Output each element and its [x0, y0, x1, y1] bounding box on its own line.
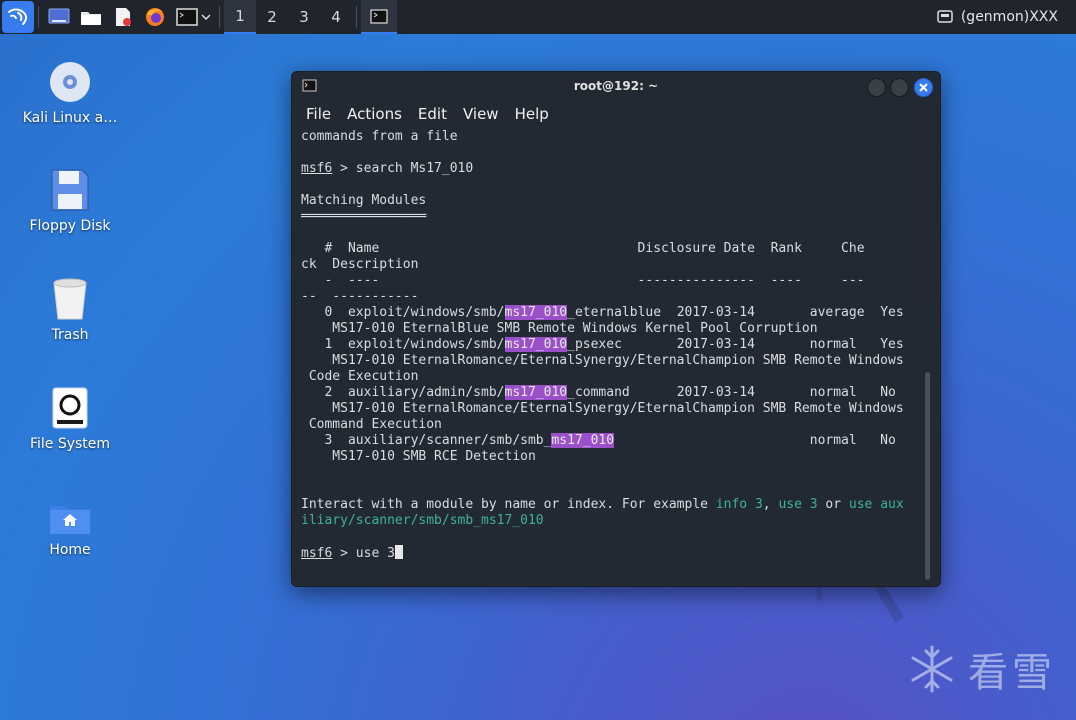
- table-header: ck Description: [301, 257, 419, 272]
- panel-separator: [219, 6, 220, 28]
- table-header: # Name Disclosure Date Rank Che: [301, 241, 865, 256]
- snowflake-icon: [911, 645, 953, 693]
- maximize-button[interactable]: [890, 78, 909, 97]
- genmon-icon[interactable]: [937, 10, 953, 24]
- table-row: 3 auxiliary/scanner/smb/smb_ms17_010 nor…: [301, 433, 896, 448]
- desktop-icon-floppy-disk[interactable]: Floppy Disk: [10, 168, 130, 234]
- command-input[interactable]: > use 3: [332, 546, 395, 561]
- command: > search Ms17_010: [332, 161, 474, 176]
- menu-actions[interactable]: Actions: [347, 105, 402, 123]
- hint-command: info 3: [715, 497, 763, 512]
- terminal-scrollbar[interactable]: [925, 372, 930, 580]
- workspace-3[interactable]: 3: [288, 0, 320, 34]
- table-row-description: MS17-010 SMB RCE Detection: [301, 449, 536, 464]
- window-title: root@192: ~: [573, 79, 659, 93]
- table-row-description: Code Execution: [301, 369, 419, 384]
- prompt-line: msf6 > use 3: [301, 545, 921, 561]
- hint-line: Interact with a module by name or index.…: [301, 497, 904, 512]
- desktop-icon: [48, 8, 70, 24]
- kali-dragon-icon: [8, 8, 28, 25]
- menu-file[interactable]: File: [306, 105, 331, 123]
- search-match-highlight: ms17_010: [504, 385, 568, 400]
- text-editor-launcher[interactable]: [107, 0, 139, 34]
- terminal-icon: [175, 8, 198, 26]
- terminal-window: root@192: ~ File Actions Edit View Help …: [291, 71, 941, 587]
- floppy-disk-icon: [51, 169, 89, 211]
- watermark-text: 看雪: [968, 650, 1056, 696]
- top-panel: 1 2 3 4 (genmon)XXX: [0, 0, 1076, 34]
- close-button[interactable]: [914, 78, 933, 97]
- folder-icon: [81, 12, 101, 25]
- table-row-description: Command Execution: [301, 417, 442, 432]
- section-heading: Matching Modules: [301, 193, 427, 208]
- search-match-highlight: ms17_010: [504, 305, 568, 320]
- menu-view[interactable]: View: [463, 105, 499, 123]
- table-row-description: MS17-010 EternalBlue SMB Remote Windows …: [301, 321, 818, 336]
- table-header-rule: - ---- --------------- ---- ---: [301, 273, 865, 288]
- panel-separator: [356, 6, 357, 28]
- desktop-icon-label: Floppy Disk: [29, 218, 111, 234]
- text-editor-icon: [116, 8, 131, 26]
- watermark: 看雪: [906, 640, 1056, 698]
- search-match-highlight: ms17_010: [551, 433, 615, 448]
- taskbar-terminal-window[interactable]: [361, 0, 397, 34]
- show-desktop-launcher[interactable]: [43, 0, 75, 34]
- table-header-rule: -- -----------: [301, 289, 419, 304]
- file-manager-launcher[interactable]: [75, 0, 107, 34]
- genmon-label[interactable]: (genmon)XXX: [961, 9, 1058, 25]
- desktop-icon-label: File System: [29, 436, 111, 452]
- hint-command: use aux: [848, 497, 904, 512]
- window-menubar: File Actions Edit View Help: [292, 100, 940, 128]
- firefox-icon: [146, 8, 164, 26]
- menu-edit[interactable]: Edit: [418, 105, 447, 123]
- applications-menu-button[interactable]: [2, 1, 34, 33]
- system-tray: (genmon)XXX: [937, 0, 1058, 34]
- desktop-icon-label: Home: [49, 542, 91, 558]
- table-row: 1 exploit/windows/smb/ms17_010_psexec 20…: [301, 337, 904, 352]
- minimize-button[interactable]: [867, 78, 886, 97]
- workspace-4[interactable]: 4: [320, 0, 352, 34]
- hard-drive-icon: [52, 387, 88, 429]
- menu-help[interactable]: Help: [515, 105, 549, 123]
- panel-separator: [38, 6, 39, 28]
- terminal-line: msf6 > search Ms17_010: [301, 161, 921, 177]
- desktop-icon-label: Trash: [51, 327, 89, 343]
- workspace-1[interactable]: 1: [224, 0, 256, 34]
- table-row: 0 exploit/windows/smb/ms17_010_eternalbl…: [301, 305, 904, 320]
- desktop-icon-label: Kali Linux a…: [22, 110, 118, 126]
- desktop-icon-home[interactable]: Home: [10, 500, 130, 558]
- desktop-icon-kali-linux[interactable]: Kali Linux a…: [10, 60, 130, 126]
- desktop-icon-trash[interactable]: Trash: [10, 277, 130, 343]
- terminal-launcher[interactable]: [171, 0, 215, 34]
- table-row: 2 auxiliary/admin/smb/ms17_010_command 2…: [301, 385, 896, 400]
- hint-command: iliary/scanner/smb/smb_ms17_010: [301, 513, 544, 528]
- close-icon: [919, 83, 928, 92]
- workspace-2[interactable]: 2: [256, 0, 288, 34]
- hint-command: use 3: [778, 497, 818, 512]
- trash-icon: [53, 278, 87, 320]
- terminal-line: commands from a file: [301, 129, 458, 144]
- prompt: msf6: [301, 546, 333, 561]
- table-row-description: MS17-010 EternalRomance/EternalSynergy/E…: [301, 353, 904, 368]
- search-match-highlight: ms17_010: [504, 337, 568, 352]
- chevron-down-icon[interactable]: [200, 13, 211, 21]
- desktop-icon-file-system[interactable]: File System: [10, 386, 130, 452]
- home-folder-icon: [50, 506, 90, 534]
- prompt: msf6: [301, 161, 333, 176]
- text-cursor: [394, 545, 403, 559]
- window-titlebar[interactable]: root@192: ~: [292, 72, 940, 100]
- firefox-launcher[interactable]: [139, 0, 171, 34]
- table-row-description: MS17-010 EternalRomance/EternalSynergy/E…: [301, 401, 904, 416]
- optical-disc-icon: [50, 62, 90, 102]
- terminal-icon: [370, 8, 388, 24]
- terminal-output[interactable]: commands from a file msf6 > search Ms17_…: [301, 129, 921, 581]
- heading-underline: ════════════════: [301, 209, 427, 224]
